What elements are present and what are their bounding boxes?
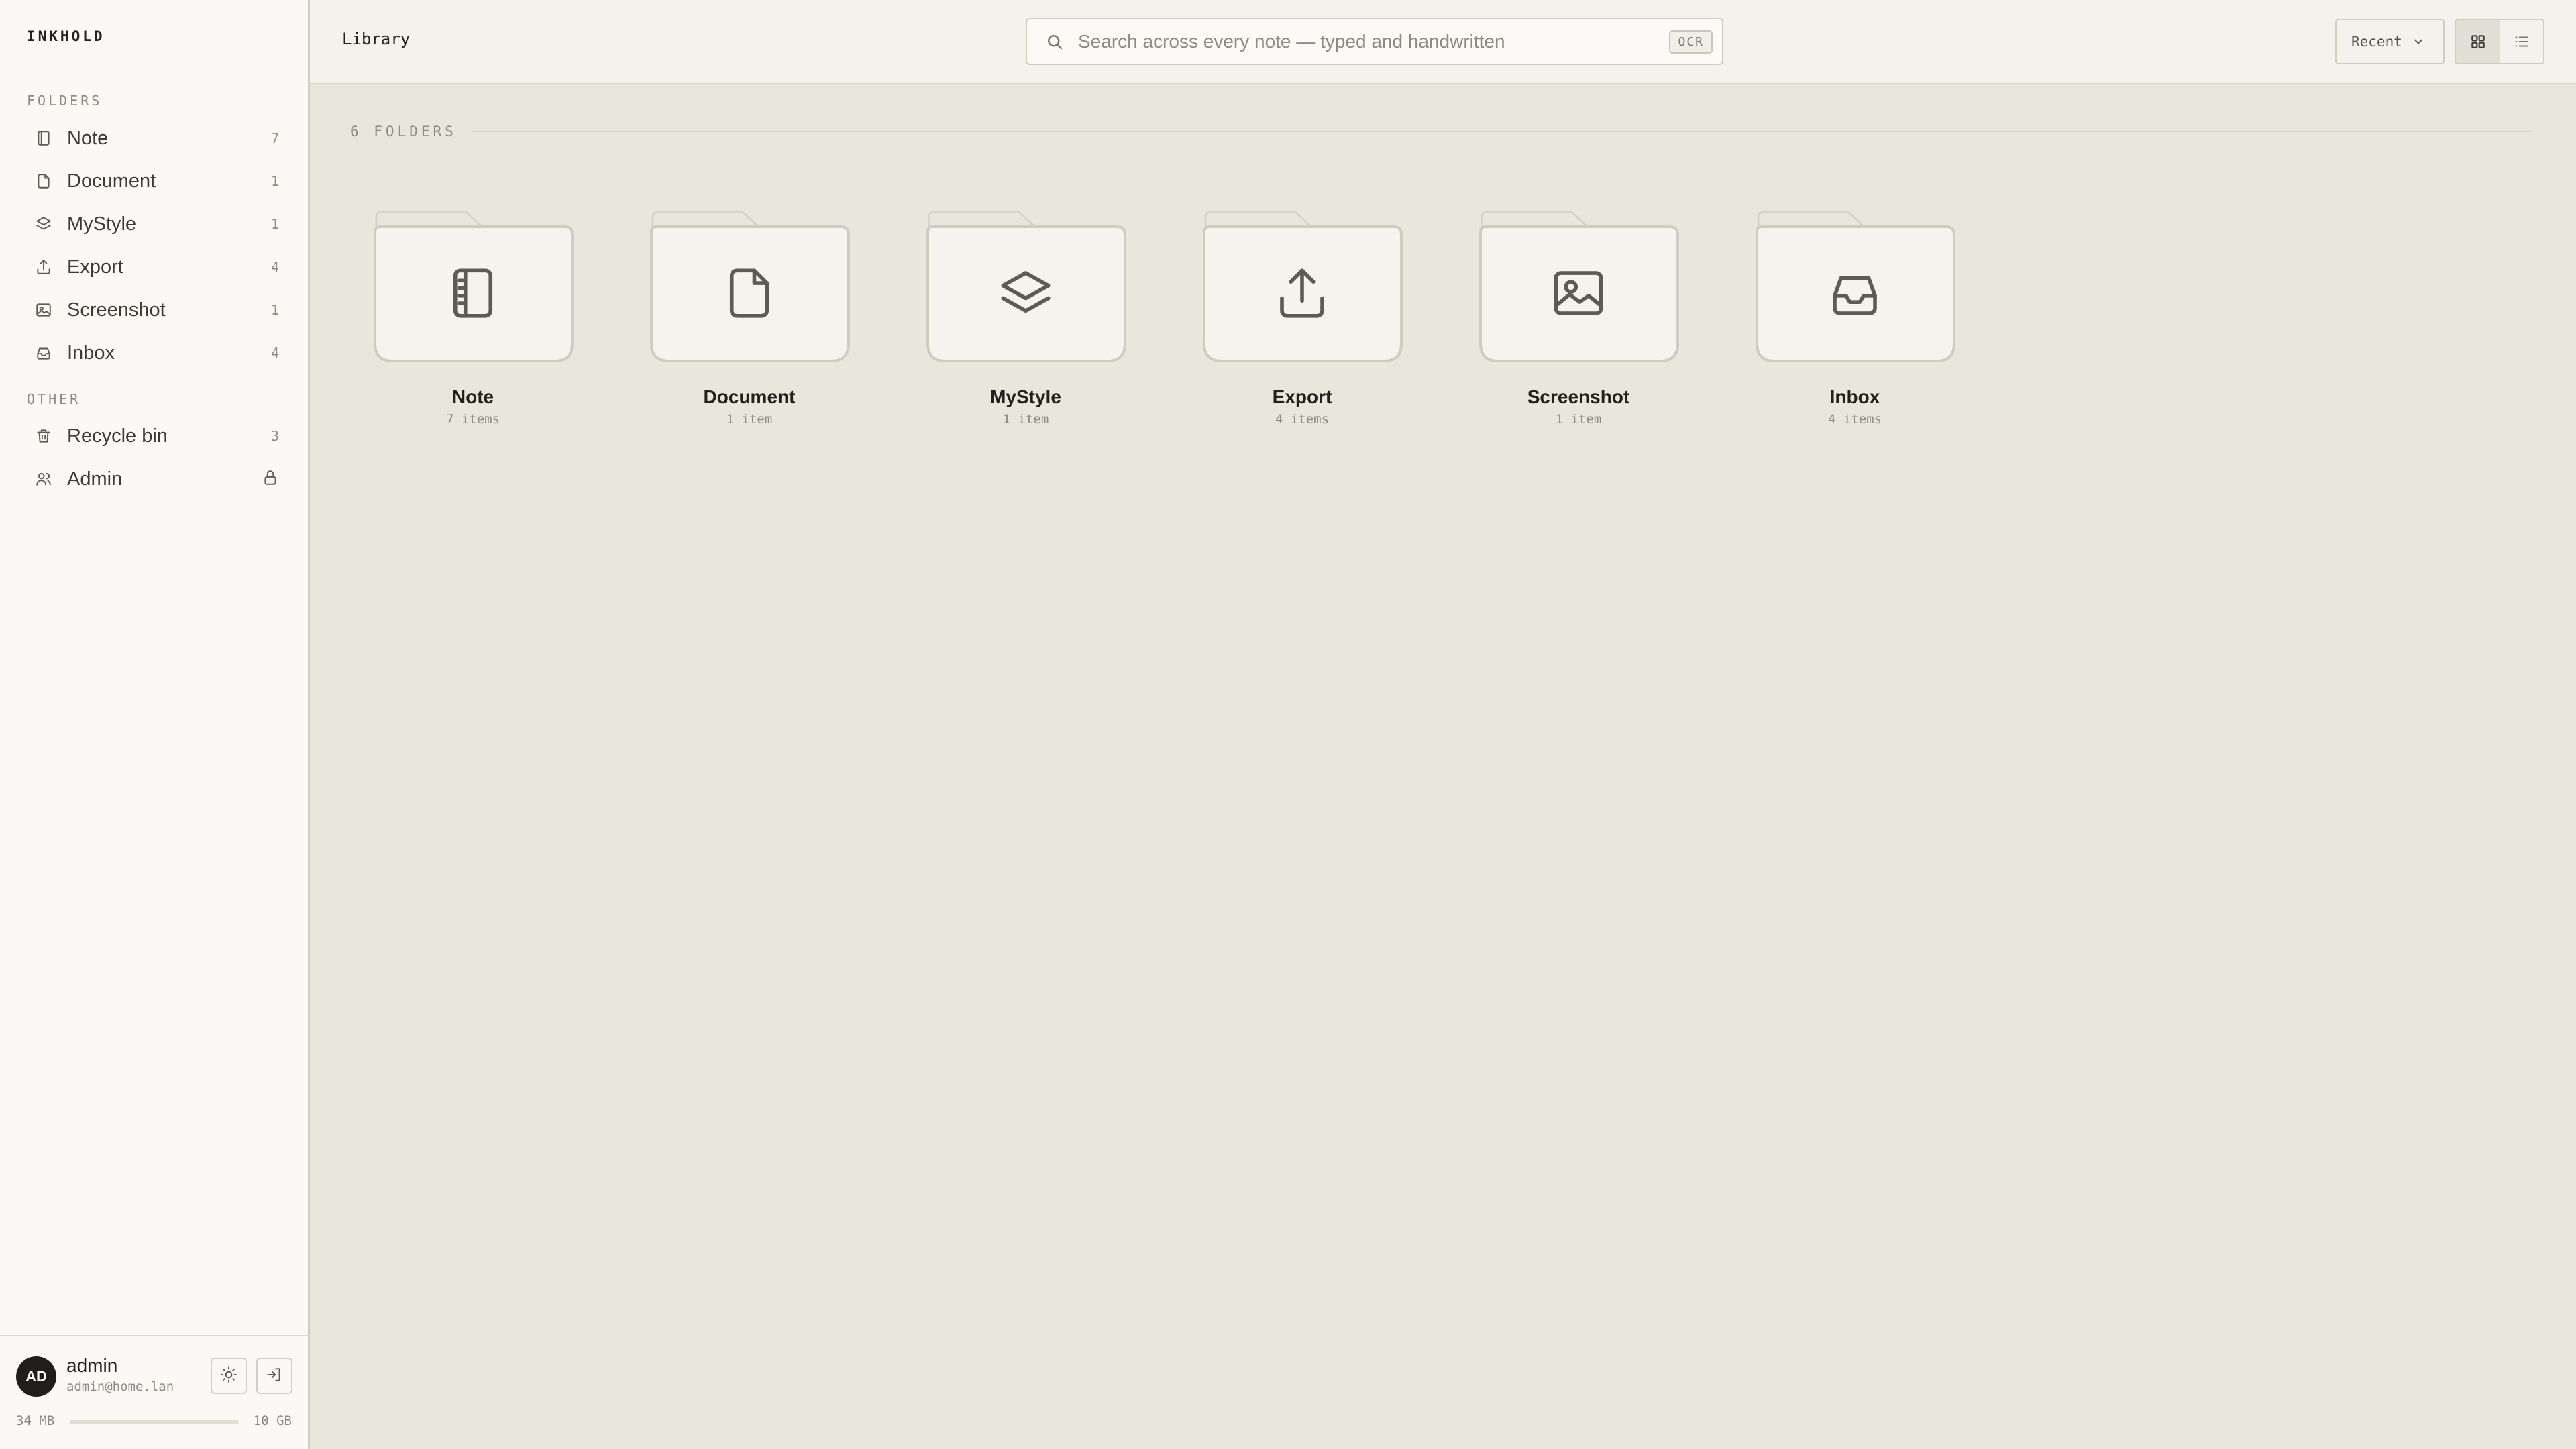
theme-toggle-button[interactable]	[211, 1358, 247, 1394]
folder-inbox[interactable]: Inbox 4 items	[1754, 209, 1955, 437]
document-icon	[719, 256, 780, 330]
folder-screenshot[interactable]: Screenshot 1 item	[1478, 209, 1679, 437]
upload-icon	[1272, 256, 1332, 330]
folder-name: Inbox	[1829, 386, 1880, 407]
grid-icon	[2471, 35, 2485, 48]
folder-item-count: 4 items	[1275, 412, 1330, 427]
folder-item-count: 4 items	[1827, 412, 1882, 427]
layers-icon	[34, 214, 54, 234]
sidebar: INKHOLD FOLDERS Note 7 Document 1 MyStyl…	[0, 0, 310, 1449]
logout-icon	[266, 1366, 283, 1387]
storage-bar	[70, 1420, 239, 1424]
upload-icon	[34, 257, 54, 277]
sidebar-item-export[interactable]: Export 4	[13, 248, 297, 286]
folder-mystyle[interactable]: MyStyle 1 item	[925, 209, 1126, 437]
sidebar-item-count: 3	[270, 428, 279, 444]
sidebar-item-count: 4	[270, 345, 279, 361]
sidebar-item-count: 4	[270, 259, 279, 275]
divider	[471, 131, 2530, 132]
topbar: Library OCR Recent	[310, 0, 2576, 84]
search-input[interactable]	[1077, 21, 1670, 62]
folder-name: Note	[451, 386, 494, 407]
folder-export[interactable]: Export 4 items	[1201, 209, 1403, 437]
folders-heading: FOLDERS	[27, 93, 103, 109]
search-box[interactable]: OCR	[1026, 18, 1723, 65]
sidebar-item-count: 1	[270, 302, 279, 318]
notebook-icon	[443, 256, 503, 330]
sidebar-item-admin[interactable]: Admin	[13, 460, 297, 498]
users-icon	[34, 469, 54, 489]
sidebar-item-label: Inbox	[67, 341, 115, 364]
chevron-down-icon	[2414, 39, 2422, 44]
storage-total: 10 GB	[253, 1413, 292, 1428]
folders-header: 6 FOLDERS	[350, 123, 2530, 140]
main-content: Library OCR Recent 6 FOLDERS	[310, 0, 2576, 1449]
storage-used: 34 MB	[16, 1413, 55, 1428]
list-view-button[interactable]	[2500, 20, 2543, 63]
sidebar-item-count: 1	[270, 173, 279, 189]
sidebar-item-label: MyStyle	[67, 213, 137, 235]
folder-item-count: 1 item	[726, 412, 773, 427]
document-icon	[34, 171, 54, 191]
view-toggle	[2455, 19, 2544, 64]
sidebar-item-recycle-bin[interactable]: Recycle bin 3	[13, 417, 297, 455]
breadcrumb[interactable]: Library	[342, 30, 410, 48]
folder-document[interactable]: Document 1 item	[649, 209, 850, 437]
avatar[interactable]: AD	[16, 1356, 56, 1397]
sidebar-item-label: Screenshot	[67, 299, 166, 321]
sidebar-footer: AD admin admin@home.lan 34 MB 10 GB	[0, 1335, 308, 1449]
app-window: INKHOLD FOLDERS Note 7 Document 1 MyStyl…	[0, 0, 2576, 1449]
trash-icon	[34, 426, 54, 446]
sidebar-item-label: Note	[67, 127, 109, 149]
sidebar-item-mystyle[interactable]: MyStyle 1	[13, 205, 297, 244]
user-email: admin@home.lan	[66, 1379, 174, 1394]
sun-icon	[220, 1366, 237, 1387]
sidebar-item-label: Document	[67, 170, 156, 192]
image-icon	[34, 300, 54, 320]
sidebar-item-label: Admin	[67, 468, 123, 490]
sidebar-item-document[interactable]: Document 1	[13, 162, 297, 201]
sidebar-item-screenshot[interactable]: Screenshot 1	[13, 290, 297, 329]
logout-button[interactable]	[256, 1358, 292, 1394]
other-heading: OTHER	[27, 391, 81, 407]
sidebar-item-inbox[interactable]: Inbox 4	[13, 333, 297, 372]
folder-name: Screenshot	[1527, 386, 1630, 407]
notebook-icon	[34, 128, 54, 148]
folder-item-count: 7 items	[445, 412, 500, 427]
sidebar-item-label: Recycle bin	[67, 425, 168, 447]
layers-icon	[996, 256, 1056, 330]
folder-name: MyStyle	[990, 386, 1061, 407]
folder-name: Document	[703, 386, 796, 407]
search-icon	[1048, 35, 1063, 50]
folders-count: 6 FOLDERS	[350, 123, 457, 140]
list-icon	[2514, 36, 2528, 47]
inbox-icon	[1825, 256, 1885, 330]
inbox-icon	[34, 343, 54, 363]
lock-icon	[262, 469, 279, 490]
grid-view-button[interactable]	[2456, 20, 2500, 63]
user-name: admin	[66, 1355, 118, 1376]
image-icon	[1548, 256, 1609, 330]
sidebar-item-count: 7	[270, 130, 279, 146]
sidebar-item-count: 1	[270, 216, 279, 232]
folder-item-count: 1 item	[1002, 412, 1049, 427]
sidebar-item-note[interactable]: Note 7	[13, 119, 297, 158]
brand-logo[interactable]: INKHOLD	[27, 28, 105, 44]
folder-note[interactable]: Note 7 items	[372, 209, 574, 437]
sidebar-item-label: Export	[67, 256, 123, 278]
sort-dropdown[interactable]: Recent	[2335, 19, 2445, 64]
sort-label: Recent	[2351, 34, 2402, 50]
folder-item-count: 1 item	[1555, 412, 1602, 427]
folder-name: Export	[1272, 386, 1332, 407]
ocr-badge: OCR	[1669, 30, 1713, 54]
